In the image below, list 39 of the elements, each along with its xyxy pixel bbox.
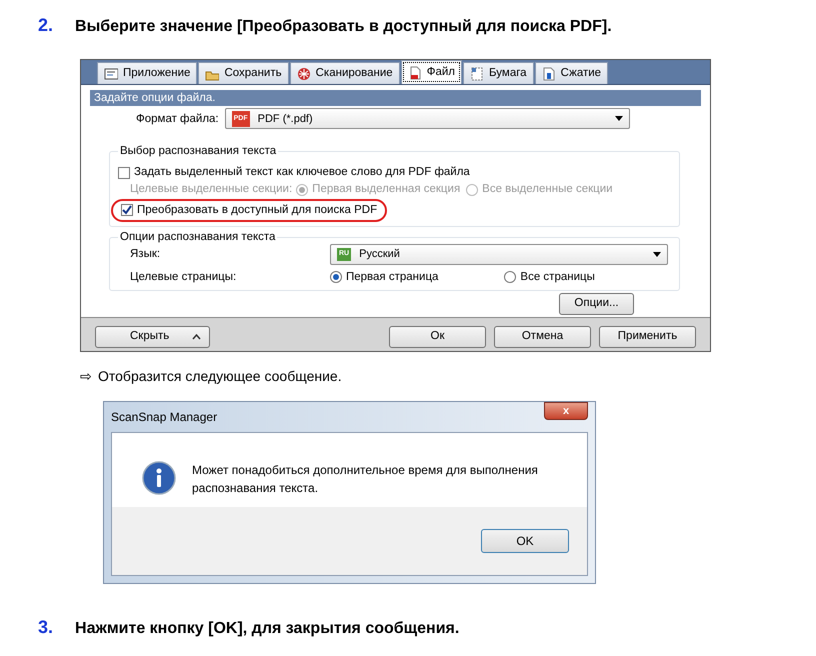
step-instruction: Выберите значение [Преобразовать в доступный для поиска PDF]. <box>75 17 612 37</box>
combo-value: PDF (*.pdf) <box>258 112 314 126</box>
step-number: 3. <box>38 616 54 639</box>
tab[interactable]: Бумага <box>463 62 534 84</box>
combo-value: Русский <box>359 247 401 262</box>
section-header: Задайте опции файла. <box>90 90 701 106</box>
ok-button[interactable]: OK <box>481 529 569 553</box>
result-arrow: ⇨ <box>80 367 92 386</box>
field-label: Целевые страницы: <box>130 270 238 285</box>
field-label: Целевые выделенные секции: <box>130 182 292 198</box>
radio-label: Все выделенные секции <box>482 182 613 198</box>
dialog-button[interactable]: Отмена <box>494 326 591 348</box>
tab[interactable]: Сжатие <box>534 62 608 84</box>
checkbox-label: Задать выделенный текст как ключевое слово для PDF файла <box>134 165 470 180</box>
tab[interactable]: Сканирование <box>290 62 400 84</box>
step-instruction: Нажмите кнопку [OK], для закрытия сообщения. <box>75 619 460 639</box>
radio-label: Первая выделенная секция <box>312 182 460 198</box>
radio-option[interactable]: Все страницы <box>504 268 595 286</box>
dialog-button[interactable]: Применить <box>599 326 696 348</box>
window-title: ScanSnap Manager <box>111 409 218 426</box>
result-text: Отобразится следующее сообщение. <box>98 367 342 386</box>
tab[interactable]: Приложение <box>97 62 198 84</box>
field-label: Формат файла: <box>136 112 219 126</box>
radio-label: Все страницы <box>520 270 595 285</box>
group-title: Выбор распознавания текста <box>118 144 278 158</box>
step-number: 2. <box>38 14 54 37</box>
message-text: Может понадобиться дополнительное время для выполнения распознавания текста. <box>192 462 539 497</box>
radio-option[interactable]: Первая страница <box>330 268 438 286</box>
options-button[interactable]: Опции... <box>559 293 634 315</box>
keyword-option[interactable]: Задать выделенный текст как ключевое слово для PDF файла <box>118 164 671 182</box>
tab[interactable]: Сохранить <box>198 62 289 84</box>
hide-button[interactable]: Скрыть <box>95 326 210 348</box>
group-title: Опции распознавания текста <box>118 230 278 244</box>
checkbox-label: Преобразовать в доступный для поиска PDF <box>137 202 378 218</box>
field-label: Язык: <box>130 246 162 262</box>
dialog-button[interactable]: Ок <box>389 326 486 348</box>
radio-label: Первая страница <box>346 270 438 285</box>
tab[interactable]: Файл <box>400 60 462 84</box>
searchable-pdf-option[interactable]: Преобразовать в доступный для поиска PDF <box>111 198 388 222</box>
